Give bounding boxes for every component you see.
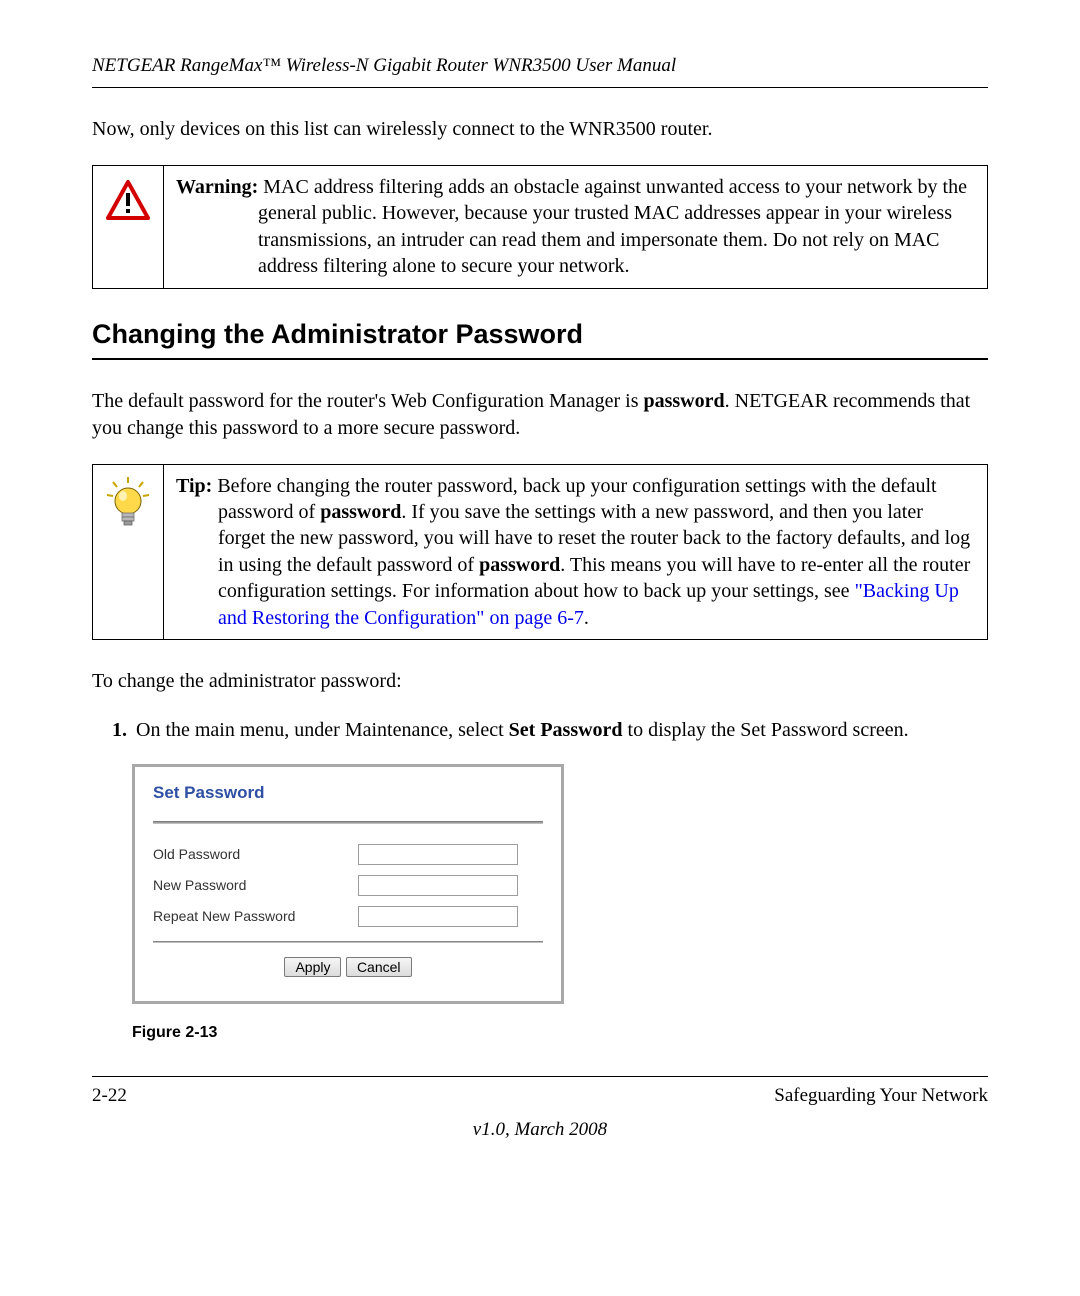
footer-row: 2-22 Safeguarding Your Network <box>92 1085 988 1107</box>
cancel-button[interactable]: Cancel <box>346 957 412 977</box>
new-password-row: New Password <box>153 875 543 896</box>
lead-in-text: To change the administrator password: <box>92 668 988 695</box>
step-bold: Set Password <box>509 719 623 741</box>
old-password-label: Old Password <box>153 846 358 862</box>
divider <box>153 821 543 824</box>
intro-paragraph: Now, only devices on this list can wirel… <box>92 116 988 143</box>
warning-text: MAC address filtering adds an obstacle a… <box>258 176 967 277</box>
panel-title: Set Password <box>153 783 543 803</box>
divider <box>153 941 543 943</box>
step-text: On the main menu, under Maintenance, sel… <box>136 719 509 741</box>
footer-section: Safeguarding Your Network <box>774 1085 988 1107</box>
warning-icon <box>93 166 164 288</box>
text-span: The default password for the router's We… <box>92 390 643 412</box>
repeat-password-label: Repeat New Password <box>153 908 358 924</box>
step-item: On the main menu, under Maintenance, sel… <box>132 717 988 744</box>
new-password-field[interactable] <box>358 875 518 896</box>
warning-callout: Warning: MAC address filtering adds an o… <box>92 165 988 289</box>
old-password-row: Old Password <box>153 844 543 865</box>
tip-bold: password <box>479 554 560 576</box>
new-password-label: New Password <box>153 877 358 893</box>
page: NETGEAR RangeMax™ Wireless-N Gigabit Rou… <box>0 0 1080 1296</box>
footer-version: v1.0, March 2008 <box>92 1119 988 1141</box>
section-heading: Changing the Administrator Password <box>92 319 988 360</box>
footer-rule <box>92 1076 988 1077</box>
tip-bold: password <box>320 501 401 523</box>
repeat-password-row: Repeat New Password <box>153 906 543 927</box>
text-bold: password <box>643 390 724 412</box>
running-head: NETGEAR RangeMax™ Wireless-N Gigabit Rou… <box>92 55 988 88</box>
set-password-panel: Set Password Old Password New Password R… <box>132 764 564 1004</box>
repeat-password-field[interactable] <box>358 906 518 927</box>
steps-list: On the main menu, under Maintenance, sel… <box>92 717 988 744</box>
tip-icon <box>93 465 164 639</box>
step-text: to display the Set Password screen. <box>623 719 909 741</box>
page-number: 2-22 <box>92 1085 127 1107</box>
apply-button[interactable]: Apply <box>284 957 341 977</box>
warning-label: Warning: <box>176 176 258 198</box>
figure-caption: Figure 2-13 <box>132 1024 988 1042</box>
tip-label: Tip: <box>176 475 212 497</box>
old-password-field[interactable] <box>358 844 518 865</box>
section-intro-paragraph: The default password for the router's We… <box>92 388 988 442</box>
tip-callout: Tip: Before changing the router password… <box>92 464 988 640</box>
tip-text: . <box>584 607 589 629</box>
